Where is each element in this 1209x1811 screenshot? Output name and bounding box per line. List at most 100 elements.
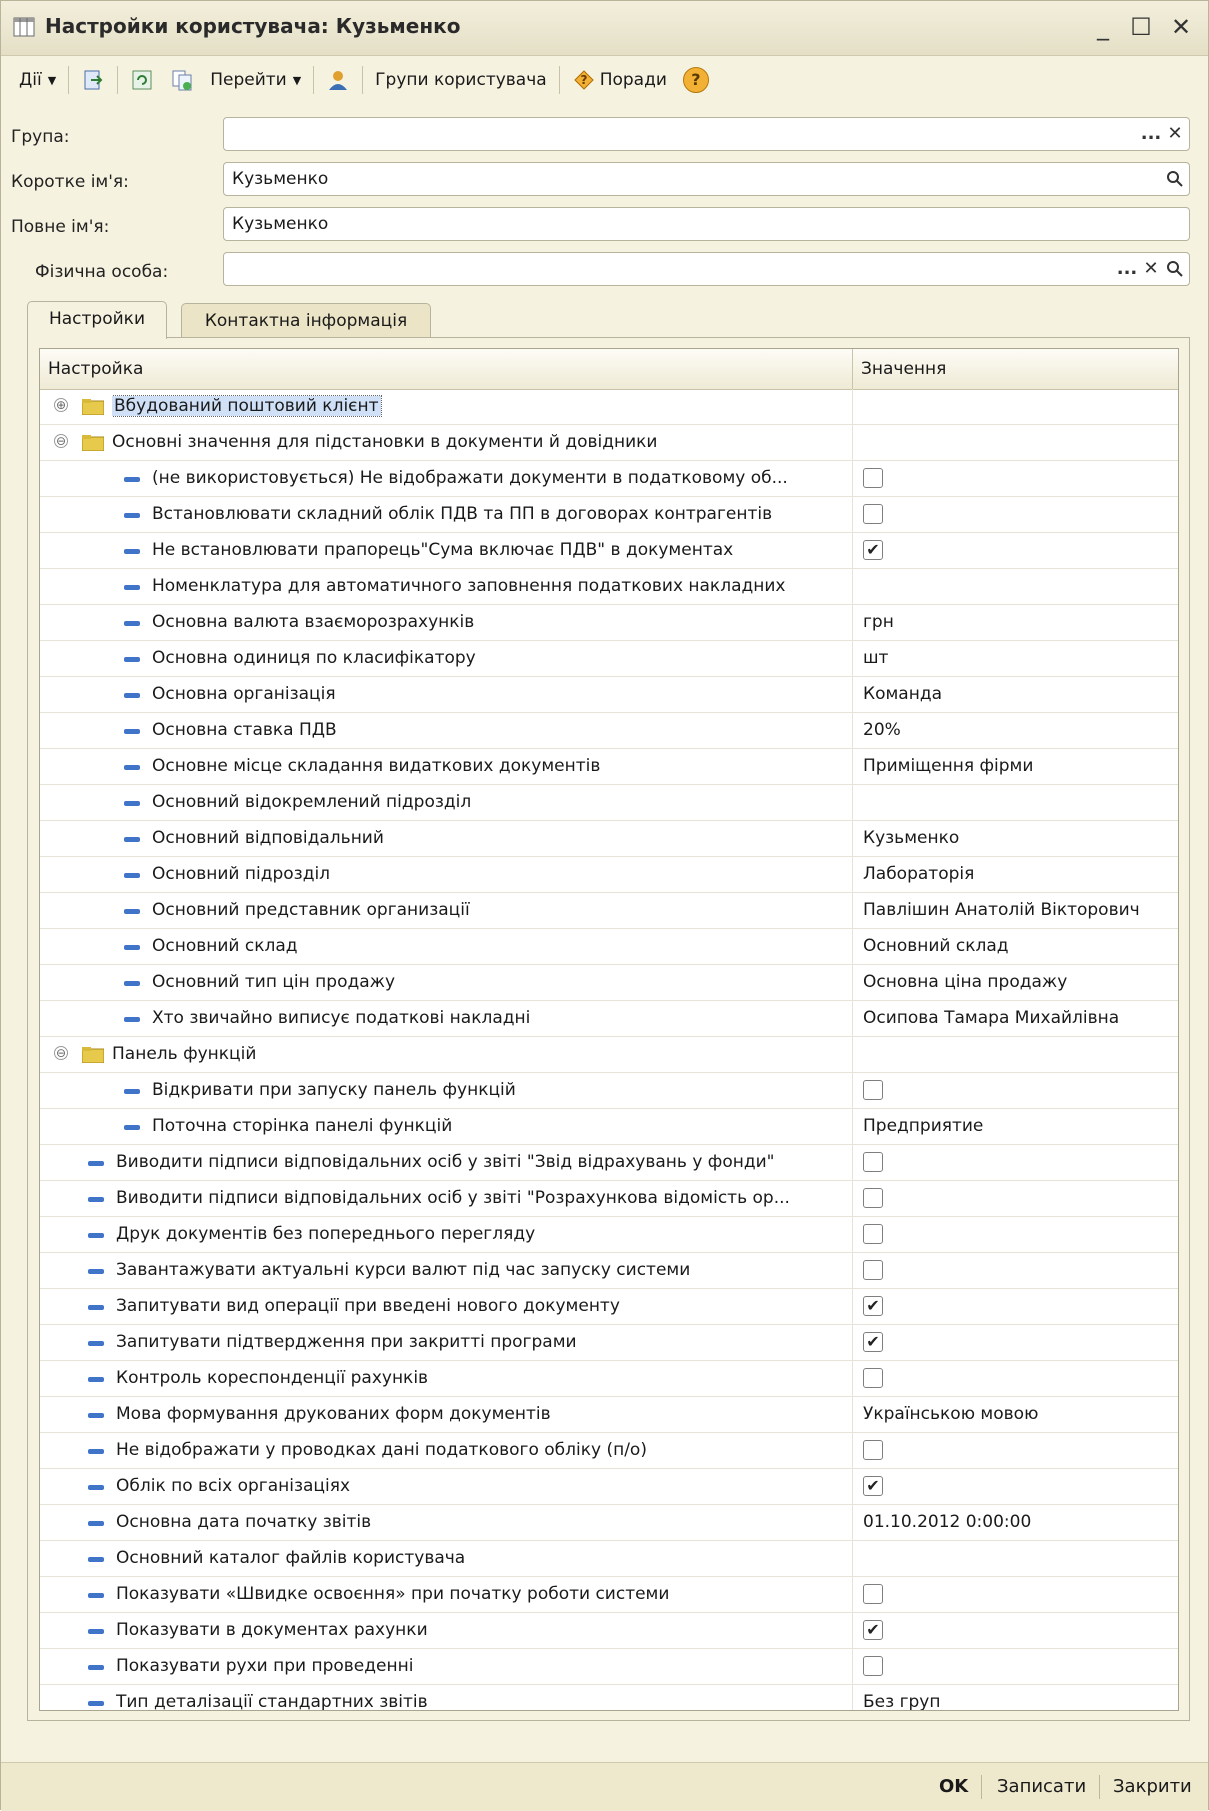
user-groups-button[interactable]: Групи користувача [367, 62, 555, 98]
setting-value[interactable] [852, 1577, 1178, 1612]
table-row[interactable]: Основна одиниця по класифікатору шт [40, 641, 1178, 677]
table-row[interactable]: Основна валюта взаєморозрахунків грн [40, 605, 1178, 641]
checkbox-unchecked[interactable] [863, 1080, 883, 1100]
setting-value[interactable] [852, 1217, 1178, 1252]
goto-menu[interactable]: Перейти ▼ [202, 62, 309, 98]
tree-group-row[interactable]: ⊖ Панель функцій [40, 1037, 1178, 1073]
setting-value[interactable] [852, 1433, 1178, 1468]
checkbox-unchecked[interactable] [863, 1368, 883, 1388]
checkbox-unchecked[interactable] [863, 468, 883, 488]
select-person-button[interactable]: ... [1115, 256, 1139, 282]
full-name-field[interactable]: Кузьменко [223, 207, 1190, 241]
table-row[interactable]: Показувати «Швидке освоєння» при початку… [40, 1577, 1178, 1613]
table-row[interactable]: Завантажувати актуальні курси валют під … [40, 1253, 1178, 1289]
table-row[interactable]: Поточна сторінка панелі функцій Предприят… [40, 1109, 1178, 1145]
checkbox-unchecked[interactable] [863, 1260, 883, 1280]
table-row[interactable]: Хто звичайно виписує податкові накладні О… [40, 1001, 1178, 1037]
setting-value[interactable]: Лабораторія [852, 857, 1178, 892]
checkbox-unchecked[interactable] [863, 504, 883, 524]
setting-value[interactable] [852, 1073, 1178, 1108]
ok-button[interactable]: OK [939, 1771, 968, 1803]
table-row[interactable]: Не встановлювати прапорець"Сума включає … [40, 533, 1178, 569]
column-header-setting[interactable]: Настройка [40, 349, 852, 389]
checkbox-checked[interactable]: ✔ [863, 1476, 883, 1496]
tree-group-row[interactable]: ⊖ Основні значення для підстановки в доку… [40, 425, 1178, 461]
table-row[interactable]: Основний склад Основний склад [40, 929, 1178, 965]
setting-value[interactable] [852, 1145, 1178, 1180]
table-row[interactable]: Основна організація Команда [40, 677, 1178, 713]
checkbox-unchecked[interactable] [863, 1224, 883, 1244]
setting-value[interactable]: Команда [852, 677, 1178, 712]
setting-value[interactable]: ✔ [852, 1469, 1178, 1504]
tab-settings[interactable]: Настройки [27, 301, 167, 339]
select-group-button[interactable]: ... [1139, 121, 1163, 147]
checkbox-unchecked[interactable] [863, 1188, 883, 1208]
table-row[interactable]: Встановлювати складний облік ПДВ та ПП в… [40, 497, 1178, 533]
setting-value[interactable]: шт [852, 641, 1178, 676]
close-window-button[interactable]: ✕ [1164, 10, 1198, 44]
close-button[interactable]: Закрити [1113, 1771, 1192, 1803]
actions-menu[interactable]: Дії ▼ [11, 62, 64, 98]
table-row[interactable]: Показувати рухи при проведенні [40, 1649, 1178, 1685]
setting-value[interactable]: Павлішин Анатолій Вікторович [852, 893, 1178, 928]
setting-value[interactable] [852, 785, 1178, 820]
table-row[interactable]: Не відображати у проводках дані податков… [40, 1433, 1178, 1469]
setting-value[interactable]: Приміщення фірми [852, 749, 1178, 784]
person-field[interactable]: ... ✕ [223, 252, 1190, 286]
setting-value[interactable]: Без груп [852, 1685, 1178, 1710]
clear-person-button[interactable]: ✕ [1139, 256, 1163, 282]
table-row[interactable]: Запитувати вид операції при введені ново… [40, 1289, 1178, 1325]
table-row[interactable]: Виводити підписи відповідальних осіб у з… [40, 1181, 1178, 1217]
setting-value[interactable]: Предприятие [852, 1109, 1178, 1144]
copy-button[interactable] [162, 62, 202, 98]
setting-value[interactable]: Основна ціна продажу [852, 965, 1178, 1000]
setting-value[interactable] [852, 497, 1178, 532]
setting-value[interactable]: грн [852, 605, 1178, 640]
checkbox-unchecked[interactable] [863, 1584, 883, 1604]
table-row[interactable]: Запитувати підтвердження при закритті пр… [40, 1325, 1178, 1361]
search-icon[interactable] [1163, 256, 1187, 282]
setting-value[interactable]: 01.10.2012 0:00:00 [852, 1505, 1178, 1540]
collapse-icon[interactable]: ⊖ [54, 434, 68, 448]
table-row[interactable]: Основний каталог файлів користувача [40, 1541, 1178, 1577]
expand-icon[interactable]: ⊕ [54, 398, 68, 412]
checkbox-checked[interactable]: ✔ [863, 1332, 883, 1352]
collapse-icon[interactable]: ⊖ [54, 1046, 68, 1060]
table-row[interactable]: Основний підрозділ Лабораторія [40, 857, 1178, 893]
table-row[interactable]: Основний відокремлений підрозділ [40, 785, 1178, 821]
table-row[interactable]: Облік по всіх організаціях ✔ [40, 1469, 1178, 1505]
checkbox-unchecked[interactable] [863, 1656, 883, 1676]
setting-value[interactable] [852, 1361, 1178, 1396]
group-field[interactable]: ... ✕ [223, 117, 1190, 151]
setting-value[interactable] [852, 389, 1178, 424]
setting-value[interactable]: ✔ [852, 1289, 1178, 1324]
checkbox-unchecked[interactable] [863, 1152, 883, 1172]
tips-button[interactable]: ? Поради [564, 62, 675, 98]
setting-value[interactable]: ✔ [852, 1325, 1178, 1360]
setting-value[interactable] [852, 1541, 1178, 1576]
settings-table[interactable]: Настройка Значення ⊕ Вбудований поштовий … [39, 348, 1179, 1711]
user-button[interactable] [318, 62, 358, 98]
column-header-value[interactable]: Значення [852, 349, 1178, 389]
table-row[interactable]: Основна ставка ПДВ 20% [40, 713, 1178, 749]
table-row[interactable]: Відкривати при запуску панель функцій [40, 1073, 1178, 1109]
table-row[interactable]: Основний тип цін продажу Основна ціна про… [40, 965, 1178, 1001]
table-row[interactable]: Мова формування друкованих форм документ… [40, 1397, 1178, 1433]
setting-value[interactable] [852, 1253, 1178, 1288]
table-row[interactable]: Основне місце складання видаткових докум… [40, 749, 1178, 785]
table-row[interactable]: Тип деталізації стандартних звітів Без гр… [40, 1685, 1178, 1710]
setting-value[interactable]: Кузьменко [852, 821, 1178, 856]
maximize-button[interactable]: ☐ [1124, 10, 1158, 44]
checkbox-checked[interactable]: ✔ [863, 1296, 883, 1316]
refresh-button[interactable] [122, 62, 162, 98]
setting-value[interactable]: 20% [852, 713, 1178, 748]
checkbox-checked[interactable]: ✔ [863, 1620, 883, 1640]
table-row[interactable]: Друк документів без попереднього перегля… [40, 1217, 1178, 1253]
checkbox-checked[interactable]: ✔ [863, 540, 883, 560]
setting-value[interactable] [852, 1649, 1178, 1684]
short-name-field[interactable]: Кузьменко [223, 162, 1190, 196]
save-and-close-button[interactable] [73, 62, 113, 98]
table-row[interactable]: Основний представник организації Павлішин… [40, 893, 1178, 929]
search-icon[interactable] [1163, 166, 1187, 192]
setting-value[interactable]: ✔ [852, 533, 1178, 568]
